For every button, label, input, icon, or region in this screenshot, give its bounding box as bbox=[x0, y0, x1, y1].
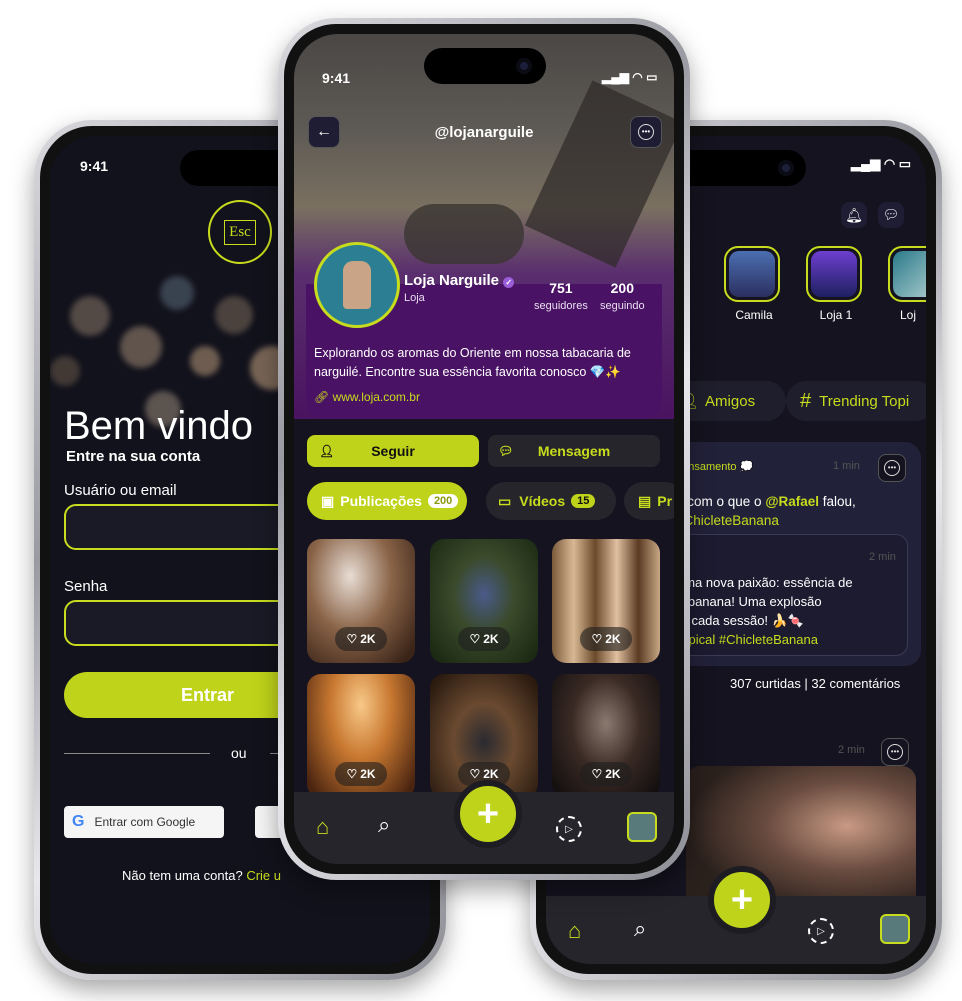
video-icon: ▭ bbox=[498, 492, 512, 509]
status-time: 9:41 bbox=[322, 70, 351, 86]
create-post-button[interactable]: + bbox=[708, 866, 776, 934]
status-time: 9:41 bbox=[80, 158, 109, 174]
post-text: o com o que o @Rafael falou, #ChicleteBa… bbox=[676, 494, 856, 528]
tab-videos[interactable]: ▭ Vídeos 15 bbox=[486, 482, 616, 520]
profile-avatar-icon[interactable] bbox=[627, 812, 657, 842]
post-thumbnail[interactable]: ♡ 2K bbox=[552, 539, 660, 663]
follow-button[interactable]: 👤︎ Seguir bbox=[307, 435, 479, 467]
add-user-icon: 👤︎ bbox=[319, 444, 335, 458]
login-subtitle: Entre na sua conta bbox=[66, 448, 201, 465]
post-stats: 307 curtidas | 32 comentários bbox=[730, 676, 901, 691]
hashtag-icon: # bbox=[800, 389, 812, 412]
divider-text: ou bbox=[231, 745, 247, 761]
profile-avatar-icon[interactable] bbox=[880, 914, 910, 944]
verified-icon: ✓ bbox=[503, 277, 515, 288]
heart-icon: ♡ bbox=[346, 767, 358, 781]
profile-name: Loja Narguile ✓ bbox=[404, 272, 515, 289]
profile-bio: Explorando os aromas do Oriente em nossa… bbox=[314, 346, 631, 379]
chip-trending[interactable]: # Trending Topi bbox=[786, 381, 926, 421]
google-login-button[interactable]: G Entrar com Google bbox=[64, 806, 224, 838]
user-label: Usuário ou email bbox=[64, 482, 177, 499]
profile-avatar[interactable] bbox=[314, 242, 400, 328]
heart-icon: ♡ bbox=[591, 767, 603, 781]
story-item[interactable]: Loja 1 bbox=[806, 246, 866, 322]
home-icon[interactable]: ⌂ bbox=[568, 918, 581, 944]
profile-screen: 9:41 ▂▄▆ ◠ ▭ ← @lojanarguile ••• Loja Na… bbox=[294, 34, 674, 864]
more-options-icon[interactable]: ••• bbox=[630, 116, 662, 148]
divider-line bbox=[64, 753, 210, 754]
post-card: pensamento 💭 1 min ••• o com o que o @Ra… bbox=[656, 442, 921, 666]
create-post-button[interactable]: + bbox=[454, 780, 522, 848]
search-icon[interactable]: ⌕ bbox=[634, 916, 646, 942]
link-icon: 🔗︎ bbox=[314, 390, 330, 404]
followers-stat[interactable]: 751 seguidores bbox=[534, 280, 588, 314]
status-icons: ▂▄▆ ◠ ▭ bbox=[851, 156, 912, 171]
bell-icon[interactable]: 🔔︎ bbox=[841, 202, 867, 228]
more-options-icon[interactable]: ••• bbox=[878, 454, 906, 482]
hashtag-link[interactable]: ChicleteBanana bbox=[684, 513, 779, 528]
home-icon[interactable]: ⌂ bbox=[316, 814, 329, 840]
post-time: 1 min bbox=[833, 460, 860, 472]
welcome-title: Bem vindo bbox=[64, 404, 253, 448]
following-stat[interactable]: 200 seguindo bbox=[600, 280, 645, 314]
more-options-icon[interactable]: ••• bbox=[881, 738, 909, 766]
password-label: Senha bbox=[64, 578, 108, 595]
post2-time: 2 min bbox=[838, 744, 865, 756]
message-button[interactable]: 💬︎ Mensagem bbox=[488, 435, 660, 467]
google-icon: G bbox=[72, 813, 85, 830]
tab-produtos[interactable]: ▤ Pr bbox=[624, 482, 674, 520]
chat-icon: 💬︎ bbox=[498, 444, 514, 458]
tab-publicacoes[interactable]: ▣ Publicações 200 bbox=[307, 482, 467, 520]
grid-icon: ▣ bbox=[321, 492, 335, 509]
heart-icon: ♡ bbox=[469, 767, 481, 781]
profile-website[interactable]: 🔗︎ www.loja.com.br bbox=[314, 390, 420, 404]
heart-icon: ♡ bbox=[591, 632, 603, 646]
post-thumbnail[interactable]: ♡ 2K bbox=[307, 539, 415, 663]
post-thumbnail[interactable]: ♡ 2K bbox=[552, 674, 660, 798]
box-icon: ▤ bbox=[638, 492, 652, 509]
chat-icon[interactable]: 💬︎ bbox=[878, 202, 904, 228]
post-thumbnail[interactable]: ♡ 2K bbox=[430, 539, 538, 663]
story-item[interactable]: Loj bbox=[888, 246, 926, 322]
phone-profile: 9:41 ▂▄▆ ◠ ▭ ← @lojanarguile ••• Loja Na… bbox=[278, 18, 690, 880]
status-icons: ▂▄▆ ◠ ▭ bbox=[602, 70, 658, 84]
reels-icon[interactable]: ▷ bbox=[808, 918, 834, 944]
profile-handle: @lojanarguile bbox=[434, 124, 534, 141]
signup-link[interactable]: Crie u bbox=[246, 868, 281, 883]
signup-prompt: Não tem uma conta? Crie u bbox=[122, 868, 281, 883]
app-logo: Esc bbox=[208, 200, 272, 264]
quoted-post[interactable]: 2 min uma nova paixão: essência de e ban… bbox=[656, 534, 908, 656]
search-icon[interactable]: ⌕ bbox=[378, 812, 390, 838]
heart-icon: ♡ bbox=[346, 632, 358, 646]
mention-link[interactable]: @Rafael bbox=[765, 494, 819, 509]
profile-type: Loja bbox=[404, 292, 425, 304]
heart-icon: ♡ bbox=[469, 632, 481, 646]
reels-icon[interactable]: ▷ bbox=[556, 816, 582, 842]
story-item[interactable]: Camila bbox=[724, 246, 784, 322]
post-thumbnail[interactable]: ♡ 2K bbox=[307, 674, 415, 798]
